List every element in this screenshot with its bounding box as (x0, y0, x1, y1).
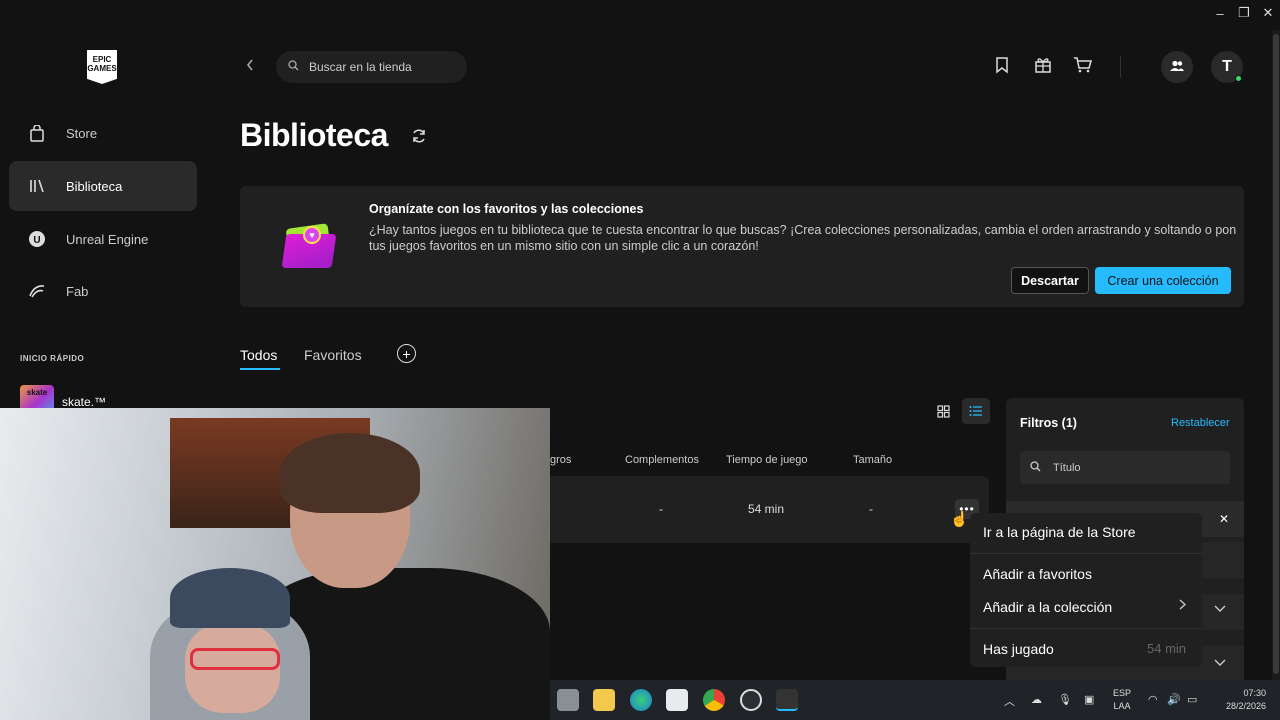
filter-title-placeholder: Título (1053, 461, 1081, 474)
grid-view-icon[interactable] (929, 398, 957, 424)
epic-games-taskbar-icon[interactable] (776, 689, 798, 711)
friends-icon (1169, 60, 1185, 75)
banner-title: Organízate con los favoritos y las colec… (369, 202, 644, 216)
language-indicator[interactable]: ESP LAA (1113, 687, 1131, 713)
unreal-icon: U (28, 230, 46, 248)
page-title: Biblioteca (240, 117, 388, 153)
microphone-icon[interactable]: 🎙 (1058, 693, 1072, 706)
menu-item-add-collection[interactable]: Añadir a la colección (983, 599, 1112, 615)
gift-icon[interactable] (1034, 56, 1052, 79)
sidebar-item-label: Biblioteca (66, 178, 123, 194)
column-header-tamano[interactable]: Tamaño (853, 454, 892, 466)
hand-cursor-icon: ☝ (950, 511, 969, 528)
refresh-icon[interactable] (411, 128, 427, 149)
chevron-right-icon (1179, 599, 1186, 613)
played-time-value: 54 min (1147, 641, 1187, 656)
divider (1120, 56, 1121, 78)
restore-button[interactable]: ❐ (1232, 0, 1256, 26)
cell-complementos: - (659, 502, 663, 516)
chevron-down-icon[interactable] (1214, 604, 1226, 616)
clock-date: 28/2/2026 (1225, 701, 1266, 711)
epic-games-logo[interactable]: EPIC GAMES (87, 50, 117, 84)
webcam-person (150, 568, 310, 720)
onedrive-icon[interactable]: ☁ (1031, 693, 1042, 706)
online-status-dot (1235, 75, 1242, 82)
menu-divider (970, 628, 1202, 629)
create-collection-button[interactable]: Crear una colección (1095, 267, 1231, 294)
avatar-initial: T (1222, 58, 1232, 75)
file-icon[interactable] (557, 689, 579, 711)
volume-icon[interactable]: 🔊 (1167, 693, 1181, 706)
bag-icon (28, 124, 46, 142)
wifi-icon[interactable]: ◠ (1148, 693, 1158, 706)
menu-item-store-page[interactable]: Ir a la página de la Store (983, 524, 1136, 540)
svg-text:U: U (33, 235, 40, 246)
column-header-tiempo[interactable]: Tiempo de juego (726, 454, 808, 466)
context-menu: Ir a la página de la Store Añadir a favo… (970, 513, 1202, 667)
sidebar-item-label: Store (66, 125, 98, 141)
friends-button[interactable] (1161, 51, 1193, 83)
display-icon[interactable]: ▣ (1084, 693, 1094, 706)
quick-launch-label: skate.™ (62, 395, 107, 409)
minimize-button[interactable]: – (1208, 0, 1232, 26)
search-icon (1030, 460, 1041, 475)
sidebar-item-store[interactable]: Store (9, 108, 197, 158)
webcam-overlay (0, 408, 550, 720)
menu-item-add-favorites[interactable]: Añadir a favoritos (983, 566, 1092, 582)
window-controls: – ❐ ✕ (1208, 0, 1280, 26)
active-tab-indicator (240, 368, 280, 370)
menu-divider (970, 553, 1202, 554)
filter-title-input[interactable]: Título (1020, 451, 1230, 484)
add-collection-icon[interactable]: + (397, 344, 416, 363)
close-button[interactable]: ✕ (1256, 0, 1280, 26)
obs-icon[interactable] (740, 689, 762, 711)
sidebar-item-fab[interactable]: Fab (9, 266, 197, 316)
back-arrow-icon[interactable] (245, 58, 255, 77)
battery-icon[interactable]: ▭ (1187, 693, 1197, 706)
cell-tamano: - (869, 502, 873, 516)
cell-tiempo: 54 min (748, 502, 785, 516)
clock-time: 07:30 (1243, 688, 1266, 698)
quick-launch-title: INICIO RÁPIDO (20, 354, 85, 363)
cart-icon[interactable] (1073, 56, 1092, 79)
store-icon[interactable] (666, 689, 688, 711)
chevron-up-icon[interactable]: ︿ (1004, 693, 1015, 709)
wishlist-icon[interactable] (995, 56, 1009, 79)
sidebar-item-unreal[interactable]: U Unreal Engine (9, 214, 197, 264)
banner-text: ¿Hay tantos juegos en tu biblioteca que … (369, 223, 1237, 253)
folder-icon[interactable] (593, 689, 615, 711)
fab-icon (28, 282, 46, 300)
list-view-icon[interactable] (962, 398, 990, 424)
column-header-logros[interactable]: gros (550, 454, 571, 466)
scrollbar-thumb[interactable] (1273, 34, 1279, 674)
search-icon (288, 60, 299, 74)
reset-filters-link[interactable]: Restablecer (1171, 417, 1230, 429)
folder-heart-icon: ♥ (281, 220, 337, 270)
tab-todos[interactable]: Todos (240, 347, 277, 363)
sidebar-item-label: Fab (66, 283, 89, 299)
chevron-down-icon[interactable] (1214, 658, 1226, 670)
discard-button[interactable]: Descartar (1011, 267, 1089, 294)
language-code: ESP (1113, 688, 1132, 698)
sidebar-item-biblioteca[interactable]: Biblioteca (9, 161, 197, 211)
scrollbar[interactable] (1272, 30, 1280, 680)
library-icon (28, 177, 46, 195)
layout-code: LAA (1113, 701, 1131, 711)
collections-banner: ♥ Organízate con los favoritos y las col… (240, 186, 1244, 307)
avatar[interactable]: T (1211, 51, 1243, 83)
search-placeholder: Buscar en la tienda (309, 60, 412, 74)
remove-filter-icon[interactable]: ✕ (1219, 512, 1229, 526)
search-input[interactable]: Buscar en la tienda (276, 51, 467, 83)
chrome-icon[interactable] (703, 689, 725, 711)
edge-icon[interactable] (630, 689, 652, 711)
menu-item-played: Has jugado (983, 641, 1054, 657)
tab-favoritos[interactable]: Favoritos (304, 347, 362, 363)
sidebar-item-label: Unreal Engine (66, 231, 149, 247)
clock[interactable]: 07:30 28/2/2026 (1214, 687, 1266, 713)
column-header-complementos[interactable]: Complementos (625, 454, 699, 466)
filters-title: Filtros (1) (1020, 416, 1077, 430)
